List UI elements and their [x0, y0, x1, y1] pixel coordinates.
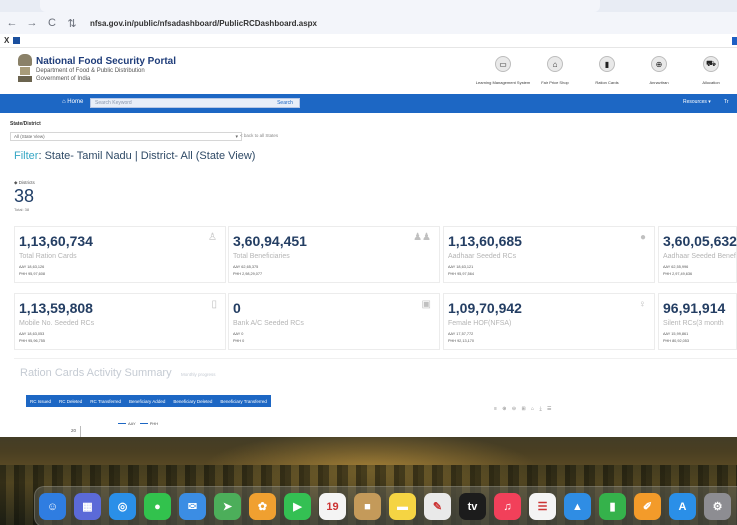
photos-icon[interactable]: ✿ [249, 493, 276, 520]
y-axis-tick: 20 [71, 428, 77, 433]
stat-card-female-hof[interactable]: 1,09,70,942 Female HOF(NFSA) AAY 17,57,7… [443, 293, 655, 350]
mac-dock: ☺▦◎●✉➤✿▶19■▬✎tv♫☰▲▮✐A⚙Pr◉ [34, 486, 737, 525]
stat-card-total-ration-cards[interactable]: 1,13,60,734 Total Ration Cards AAY 18,63… [14, 226, 226, 283]
stat-card-bank-seeded-rcs[interactable]: 0 Bank A/C Seeded RCs AAY 0 PHH 0 ▣ [228, 293, 440, 350]
appstore-icon[interactable]: A [669, 493, 696, 520]
bank-icon: ▣ [421, 299, 431, 310]
header-link-lms[interactable]: ▭ Learning Management System [476, 56, 530, 85]
launchpad-icon[interactable]: ▦ [74, 493, 101, 520]
stat-card-total-beneficiaries[interactable]: 3,60,94,451 Total Beneficiaries AAY 62,6… [228, 226, 440, 283]
bookmark-icon[interactable] [13, 37, 21, 44]
url-text[interactable]: nfsa.gov.in/public/nfsadashboard/PublicR… [90, 19, 317, 28]
browser-window: ← → C ⇅ nfsa.gov.in/public/nfsadashboard… [0, 0, 737, 437]
header-link-ration-cards[interactable]: ▮ Ration Cards [581, 56, 633, 85]
tab-beneficiary-transferred[interactable]: Beneficiary Transferred [216, 399, 271, 404]
stat-card-aadhaar-seeded-beneficiaries[interactable]: 3,60,05,632 Aadhaar Seeded Benef AAY 62,… [658, 226, 737, 283]
filter-summary: Filter: State- Tamil Nadu | District- Al… [14, 150, 256, 162]
messages-icon[interactable]: ● [144, 493, 171, 520]
districts-count[interactable]: 38 [14, 186, 34, 207]
state-district-label: State/District [10, 121, 41, 127]
safari-icon[interactable]: ◎ [109, 493, 136, 520]
back-to-states-link[interactable]: < back to all States [240, 133, 278, 138]
group-icon: ♟♟ [413, 232, 431, 243]
portal-subtitle-government: Government of India [36, 76, 91, 82]
notes-icon[interactable]: ▬ [389, 493, 416, 520]
districts-total: Total: 38 [14, 207, 30, 212]
dock-icons: ☺▦◎●✉➤✿▶19■▬✎tv♫☰▲▮✐A⚙Pr◉ [39, 493, 737, 520]
mail-icon[interactable]: ✉ [179, 493, 206, 520]
fingerprint-icon: ● [639, 232, 646, 243]
bookmark-bar: X [0, 34, 737, 48]
activity-summary-panel: Ration Cards Activity Summary Monthly pr… [14, 358, 737, 437]
person-icon: ♙ [208, 232, 217, 243]
header-link-annavitran[interactable]: ⊕ Annavitran [633, 56, 685, 85]
tab-beneficiary-deleted[interactable]: Beneficiary Deleted [169, 399, 216, 404]
numbers-icon[interactable]: ▮ [599, 493, 626, 520]
tab-rc-deleted[interactable]: RC Deleted [55, 399, 86, 404]
search-input[interactable]: Search Keyword [90, 98, 300, 108]
settings-icon[interactable]: ⚙ [704, 493, 731, 520]
laptop-icon: ▭ [495, 56, 511, 72]
maps-icon[interactable]: ➤ [214, 493, 241, 520]
activity-tabs: RC Issued RC Deleted RC Transferred Bene… [26, 395, 271, 407]
reload-icon[interactable]: C [44, 15, 60, 31]
screen: ← → C ⇅ nfsa.gov.in/public/nfsadashboard… [0, 0, 737, 525]
address-bar: ← → C ⇅ nfsa.gov.in/public/nfsadashboard… [0, 12, 737, 34]
reminders-icon[interactable]: ☰ [529, 493, 556, 520]
extension-icon[interactable] [732, 37, 737, 45]
activity-title: Ration Cards Activity Summary [20, 367, 172, 379]
mobile-icon: ▯ [211, 299, 217, 310]
stat-card-mobile-seeded-rcs[interactable]: 1,13,59,808 Mobile No. Seeded RCs AAY 18… [14, 293, 226, 350]
tab-rc-transferred[interactable]: RC Transferred [86, 399, 125, 404]
header-link-fps[interactable]: ⌂ Fair Price Shop [529, 56, 581, 85]
header-link-allocation[interactable]: ⛟ Allocation [685, 56, 737, 85]
freeform-icon[interactable]: ✎ [424, 493, 451, 520]
activity-subtitle: Monthly progress [181, 372, 216, 377]
shop-icon: ⌂ [547, 56, 563, 72]
main-nav: ⌂ Home Search Keyword Search Resources ▾… [0, 94, 737, 113]
truck-icon: ⛟ [703, 56, 719, 72]
contacts-icon[interactable]: ■ [354, 493, 381, 520]
tab-active[interactable] [40, 0, 600, 12]
nav-more[interactable]: Tr [724, 99, 729, 105]
music-icon[interactable]: ♫ [494, 493, 521, 520]
portal-subtitle-department: Department of Food & Public Distribution [36, 68, 145, 74]
nav-resources[interactable]: Resources ▾ [683, 99, 711, 105]
tab-beneficiary-added[interactable]: Beneficiary Added [125, 399, 169, 404]
pages-icon[interactable]: ✐ [634, 493, 661, 520]
finder-icon[interactable]: ☺ [39, 493, 66, 520]
tab-rc-issued[interactable]: RC Issued [26, 399, 55, 404]
tv-icon[interactable]: tv [459, 493, 486, 520]
chart-legend[interactable]: AAY PHH [116, 421, 158, 426]
close-x-icon[interactable]: X [4, 36, 9, 45]
female-icon: ♀ [638, 299, 647, 310]
keynote-icon[interactable]: ▲ [564, 493, 591, 520]
card-icon: ▮ [599, 56, 615, 72]
calendar-icon[interactable]: 19 [319, 493, 346, 520]
forward-arrow-icon[interactable]: → [24, 15, 40, 31]
site-settings-icon[interactable]: ⇅ [64, 15, 80, 31]
facetime-icon[interactable]: ▶ [284, 493, 311, 520]
portal-title[interactable]: National Food Security Portal [36, 56, 176, 67]
back-arrow-icon[interactable]: ← [4, 15, 20, 31]
chart-toolbar[interactable]: ≡ ⊕ ⊖ ⊞ ⌂ ⤓ ☰ [494, 406, 554, 412]
stat-card-silent-rcs[interactable]: 96,91,914 Silent RCs(3 month AAY 15,99,8… [658, 293, 737, 350]
y-axis-line [80, 426, 81, 437]
nav-home[interactable]: ⌂ Home [62, 99, 83, 105]
stat-card-aadhaar-seeded-rcs[interactable]: 1,13,60,685 Aadhaar Seeded RCs AAY 18,63… [443, 226, 655, 283]
search-button[interactable]: Search [270, 98, 300, 108]
header-links: ▭ Learning Management System ⌂ Fair Pric… [476, 56, 737, 85]
chevron-down-icon: ▾ [235, 134, 238, 140]
grain-icon: ⊕ [651, 56, 667, 72]
portal-header: National Food Security Portal Department… [0, 48, 737, 94]
district-select[interactable]: All (State View) ▾ [10, 132, 242, 141]
national-emblem-icon [18, 54, 32, 84]
tab-strip [0, 0, 737, 12]
